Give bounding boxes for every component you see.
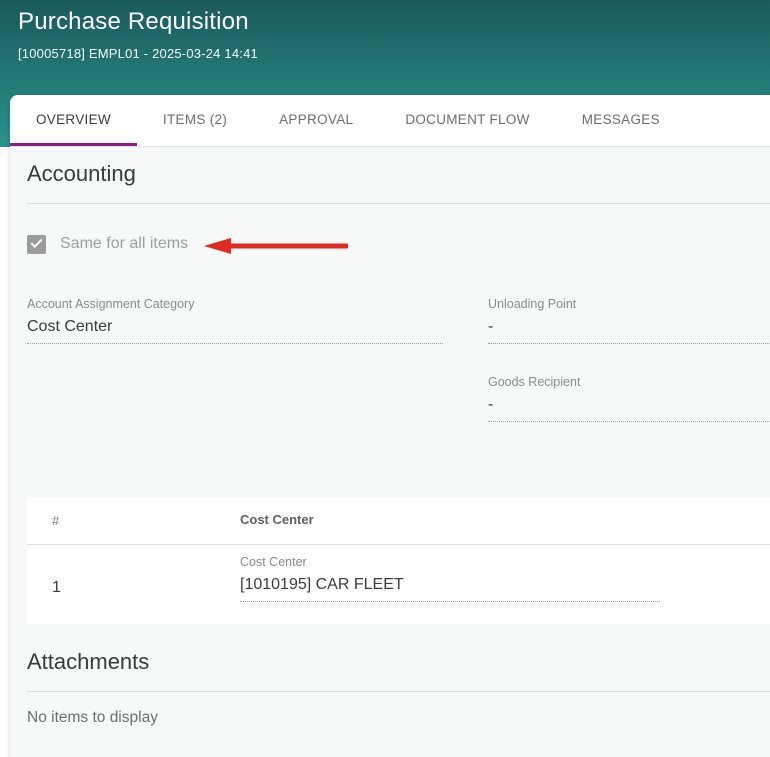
field-value: [1010195] CAR FLEET [240,576,660,602]
field-goods-recipient: Goods Recipient - [488,375,770,422]
field-label: Account Assignment Category [27,297,443,311]
column-header-cost-center: Cost Center [240,512,314,527]
cost-center-table: # Cost Center 1 Cost Center [1010195] CA… [27,497,770,624]
red-arrow-icon [204,237,350,255]
check-icon [30,235,42,247]
same-for-all-items-label: Same for all items [60,235,188,253]
accounting-section-heading: Accounting [27,161,136,187]
attachments-empty-text: No items to display [27,709,158,727]
tab-overview[interactable]: OVERVIEW [10,95,137,146]
cell-cost-center: Cost Center [1010195] CAR FLEET [240,555,660,602]
main-card: OVERVIEW ITEMS (2) APPROVAL DOCUMENT FLO… [10,95,770,757]
page-subtitle: [10005718] EMPL01 - 2025-03-24 14:41 [18,46,258,61]
field-value: Cost Center [27,318,443,344]
page-title: Purchase Requisition [18,8,249,36]
table-header-row: # Cost Center [27,497,770,545]
field-value: - [488,318,770,344]
field-label: Unloading Point [488,297,770,311]
tab-bar: OVERVIEW ITEMS (2) APPROVAL DOCUMENT FLO… [10,95,770,147]
attachments-divider [27,691,770,692]
attachments-section-heading: Attachments [27,649,149,675]
row-index: 1 [52,579,61,597]
same-for-all-items-checkbox[interactable] [27,235,46,254]
table-row: 1 Cost Center [1010195] CAR FLEET [27,545,770,623]
tab-items[interactable]: ITEMS (2) [137,95,253,146]
field-account-assignment-category: Account Assignment Category Cost Center [27,297,443,344]
purchase-requisition-page: Purchase Requisition [10005718] EMPL01 -… [0,0,770,757]
field-value: - [488,396,770,422]
column-header-index: # [52,513,59,528]
tab-approval[interactable]: APPROVAL [253,95,379,146]
field-unloading-point: Unloading Point - [488,297,770,344]
same-for-all-items-row: Same for all items [27,233,188,255]
accounting-divider [27,203,770,204]
overview-content: Accounting Same for all items Account As… [10,147,770,757]
tab-messages[interactable]: MESSAGES [556,95,686,146]
field-label: Goods Recipient [488,375,770,389]
tab-document-flow[interactable]: DOCUMENT FLOW [379,95,555,146]
field-label: Cost Center [240,555,660,569]
